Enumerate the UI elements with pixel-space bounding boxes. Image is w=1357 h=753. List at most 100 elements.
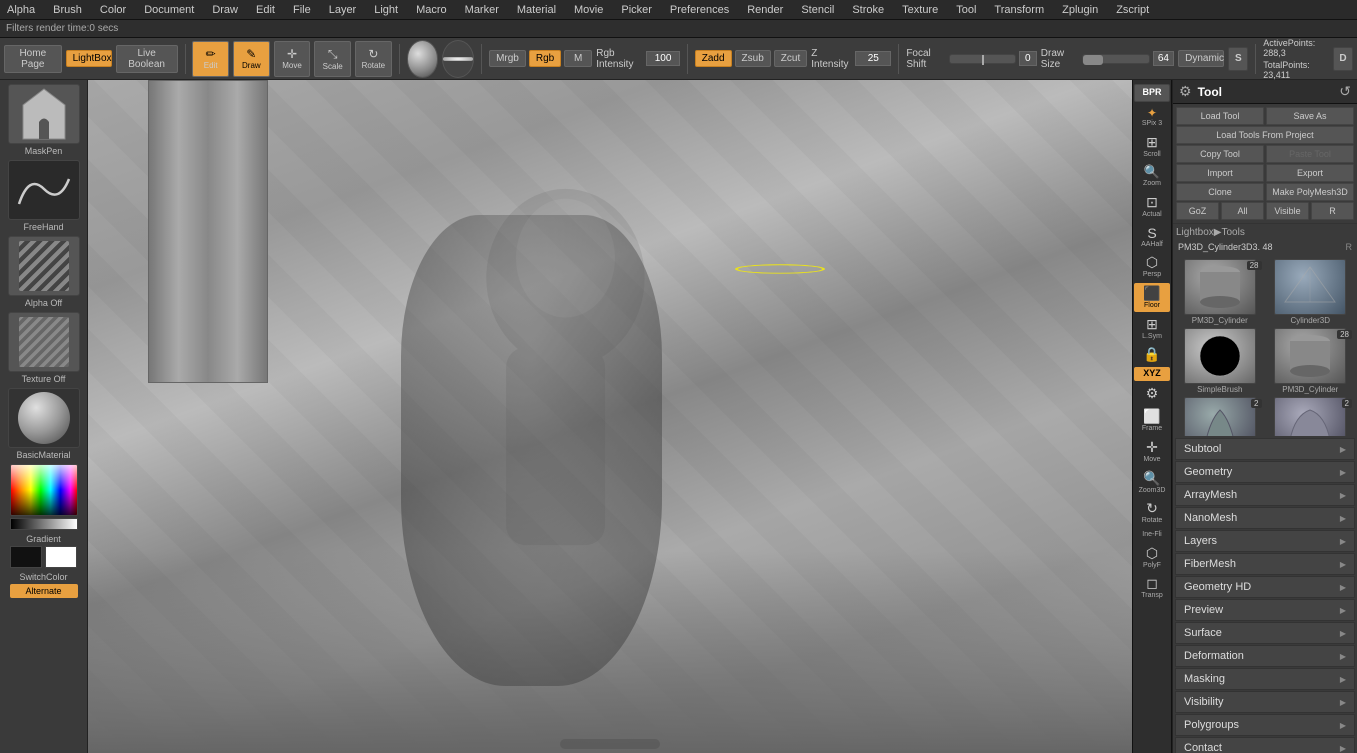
actual-button[interactable]: ⊡ Actual bbox=[1134, 192, 1170, 221]
deformation-header[interactable]: Deformation ▶ bbox=[1176, 646, 1354, 666]
persp-button[interactable]: ⬡ Persp bbox=[1134, 252, 1170, 281]
polygroups-header[interactable]: Polygroups ▶ bbox=[1176, 715, 1354, 735]
draw-size-slider[interactable] bbox=[1082, 54, 1150, 64]
nanomesh-header[interactable]: NanoMesh ▶ bbox=[1176, 508, 1354, 528]
menu-stroke[interactable]: Stroke bbox=[849, 4, 887, 16]
arraymesh-section[interactable]: ArrayMesh ▶ bbox=[1175, 484, 1355, 506]
panel-refresh-icon[interactable]: ↺ bbox=[1339, 83, 1351, 100]
geometry-section[interactable]: Geometry ▶ bbox=[1175, 461, 1355, 483]
layers-header[interactable]: Layers ▶ bbox=[1176, 531, 1354, 551]
menu-macro[interactable]: Macro bbox=[413, 4, 450, 16]
z-intensity-value[interactable]: 25 bbox=[855, 51, 891, 66]
canvas-scrollbar-thumb[interactable] bbox=[560, 739, 660, 749]
menu-tool[interactable]: Tool bbox=[953, 4, 979, 16]
stroke-preview[interactable] bbox=[442, 40, 474, 78]
move-button[interactable]: ✛ Move bbox=[274, 41, 311, 77]
menu-color[interactable]: Color bbox=[97, 4, 129, 16]
dynamic-button[interactable]: Dynamic bbox=[1178, 50, 1224, 67]
home-page-button[interactable]: Home Page bbox=[4, 45, 62, 73]
load-tools-from-project-button[interactable]: Load Tools From Project bbox=[1176, 126, 1354, 144]
preview-header[interactable]: Preview ▶ bbox=[1176, 600, 1354, 620]
brush-preview[interactable] bbox=[407, 40, 439, 78]
load-tool-button[interactable]: Load Tool bbox=[1176, 107, 1264, 125]
menu-material[interactable]: Material bbox=[514, 4, 559, 16]
menu-render[interactable]: Render bbox=[744, 4, 786, 16]
tool-thumb-shoulder-armor[interactable]: 2 Shoulder_armor bbox=[1267, 397, 1355, 436]
subtool-section[interactable]: Subtool ▶ bbox=[1175, 438, 1355, 460]
visible-button[interactable]: Visible bbox=[1266, 202, 1309, 220]
tool-thumb-pm3d-cylinder[interactable]: 28 PM3D_Cylinder bbox=[1176, 259, 1264, 325]
zadd-button[interactable]: Zadd bbox=[695, 50, 732, 67]
tool-thumb-simplebrush[interactable]: SimpleBrush bbox=[1176, 328, 1264, 394]
masking-header[interactable]: Masking ▶ bbox=[1176, 669, 1354, 689]
move-rt-button[interactable]: ✛ Move bbox=[1134, 437, 1170, 466]
copy-tool-button[interactable]: Copy Tool bbox=[1176, 145, 1264, 163]
import-button[interactable]: Import bbox=[1176, 164, 1264, 182]
menu-texture[interactable]: Texture bbox=[899, 4, 941, 16]
canvas-viewport[interactable] bbox=[88, 80, 1132, 753]
alternate-button[interactable]: Alternate bbox=[10, 584, 78, 598]
m-button[interactable]: M bbox=[564, 50, 592, 67]
menu-stencil[interactable]: Stencil bbox=[798, 4, 837, 16]
geometry-header[interactable]: Geometry ▶ bbox=[1176, 462, 1354, 482]
transp-button[interactable]: ◻ Transp bbox=[1134, 573, 1170, 602]
gear-button[interactable]: ⚙ bbox=[1134, 383, 1170, 404]
subtool-header[interactable]: Subtool ▶ bbox=[1176, 439, 1354, 459]
mrgb-button[interactable]: Mrgb bbox=[489, 50, 526, 67]
lightbox-button[interactable]: LightBox bbox=[66, 50, 112, 67]
menu-transform[interactable]: Transform bbox=[991, 4, 1047, 16]
color-picker[interactable] bbox=[10, 464, 78, 516]
menu-zplugin[interactable]: Zplugin bbox=[1059, 4, 1101, 16]
primary-swatch[interactable] bbox=[10, 546, 42, 568]
tool-thumb-pm3d-cylinder2[interactable]: 28 PM3D_Cylinder bbox=[1267, 328, 1355, 394]
inefli-button[interactable]: Ine-Fli bbox=[1134, 529, 1170, 541]
menu-marker[interactable]: Marker bbox=[462, 4, 502, 16]
d-button[interactable]: D bbox=[1333, 47, 1353, 71]
menu-preferences[interactable]: Preferences bbox=[667, 4, 732, 16]
geometryhd-section[interactable]: Geometry HD ▶ bbox=[1175, 576, 1355, 598]
clone-button[interactable]: Clone bbox=[1176, 183, 1264, 201]
rgb-intensity-value[interactable]: 100 bbox=[646, 51, 680, 66]
bpr-button[interactable]: BPR bbox=[1134, 84, 1170, 102]
menu-file[interactable]: File bbox=[290, 4, 314, 16]
make-polymesh-button[interactable]: Make PolyMesh3D bbox=[1266, 183, 1354, 201]
scale-button[interactable]: ⤡ Scale bbox=[314, 41, 351, 77]
menu-movie[interactable]: Movie bbox=[571, 4, 606, 16]
r-button[interactable]: R bbox=[1311, 202, 1354, 220]
menu-alpha[interactable]: Alpha bbox=[4, 4, 38, 16]
geometryhd-header[interactable]: Geometry HD ▶ bbox=[1176, 577, 1354, 597]
preview-section[interactable]: Preview ▶ bbox=[1175, 599, 1355, 621]
maskpen-tool[interactable]: MaskPen bbox=[4, 84, 84, 156]
tool-thumb-gothic-arm[interactable]: 2 GothicArm_Arm bbox=[1176, 397, 1264, 436]
layers-section[interactable]: Layers ▶ bbox=[1175, 530, 1355, 552]
texture-off-tool[interactable]: Texture Off bbox=[4, 312, 84, 384]
aahalf-button[interactable]: S AAHalf bbox=[1134, 223, 1170, 251]
paste-tool-button[interactable]: Paste Tool bbox=[1266, 145, 1354, 163]
gradient-bar[interactable] bbox=[10, 518, 78, 530]
tool-thumb-cylinder3d[interactable]: Cylinder3D bbox=[1267, 259, 1355, 325]
all-button[interactable]: All bbox=[1221, 202, 1264, 220]
basic-material-tool[interactable]: BasicMaterial bbox=[4, 388, 84, 460]
save-as-button[interactable]: Save As bbox=[1266, 107, 1354, 125]
focal-shift-value[interactable]: 0 bbox=[1019, 51, 1037, 66]
fibermesh-header[interactable]: FiberMesh ▶ bbox=[1176, 554, 1354, 574]
floor-button[interactable]: ⬛ Floor bbox=[1134, 283, 1170, 312]
visibility-section[interactable]: Visibility ▶ bbox=[1175, 691, 1355, 713]
menu-picker[interactable]: Picker bbox=[618, 4, 655, 16]
lock-button[interactable]: 🔒 bbox=[1134, 344, 1170, 365]
fibermesh-section[interactable]: FiberMesh ▶ bbox=[1175, 553, 1355, 575]
rotate-rt-button[interactable]: ↻ Rotate bbox=[1134, 498, 1170, 527]
lsym-button[interactable]: ⊞ L.Sym bbox=[1134, 314, 1170, 343]
spix-button[interactable]: ✦ SPix 3 bbox=[1134, 104, 1170, 130]
rotate-button[interactable]: ↻ Rotate bbox=[355, 41, 392, 77]
draw-button[interactable]: ✎ Draw bbox=[233, 41, 270, 77]
scroll-rt-button[interactable]: ⊞ Scroll bbox=[1134, 132, 1170, 161]
menu-layer[interactable]: Layer bbox=[326, 4, 360, 16]
s-button[interactable]: S bbox=[1228, 47, 1248, 71]
surface-section[interactable]: Surface ▶ bbox=[1175, 622, 1355, 644]
alpha-off-tool[interactable]: Alpha Off bbox=[4, 236, 84, 308]
masking-section[interactable]: Masking ▶ bbox=[1175, 668, 1355, 690]
canvas-area[interactable] bbox=[88, 80, 1132, 753]
nanomesh-section[interactable]: NanoMesh ▶ bbox=[1175, 507, 1355, 529]
menu-brush[interactable]: Brush bbox=[50, 4, 85, 16]
